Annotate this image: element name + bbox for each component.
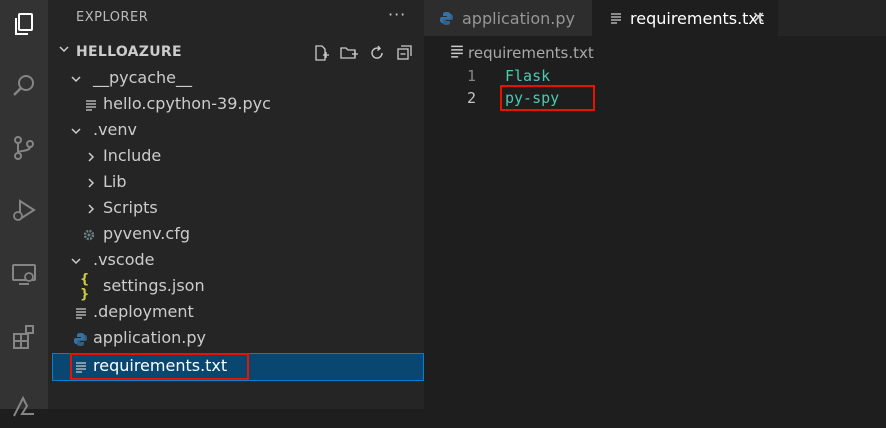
tree-file-pyc[interactable]: hello.cpython-39.pyc bbox=[48, 92, 424, 118]
tab-label: requirements.txt bbox=[630, 9, 765, 28]
editor-tab-bar: application.py requirements.txt ✕ bbox=[424, 0, 886, 36]
azure-icon[interactable] bbox=[0, 380, 48, 428]
tree-label: .deployment bbox=[93, 302, 194, 321]
close-icon[interactable]: ✕ bbox=[752, 8, 765, 27]
activity-bar bbox=[0, 0, 48, 417]
explorer-icon[interactable] bbox=[0, 0, 48, 48]
workspace-title: HELLOAZURE bbox=[76, 44, 182, 60]
highlight-box bbox=[70, 353, 249, 380]
text-file-icon bbox=[451, 45, 463, 58]
tree-folder-lib[interactable]: Lib bbox=[48, 170, 424, 196]
tree-folder-scripts[interactable]: Scripts bbox=[48, 196, 424, 222]
tab-label: application.py bbox=[462, 9, 575, 28]
tree-label: Scripts bbox=[103, 198, 158, 217]
chevron-down-icon bbox=[71, 76, 81, 83]
highlight-box bbox=[500, 85, 595, 111]
tree-label: settings.json bbox=[103, 276, 205, 295]
chevron-right-icon bbox=[88, 204, 95, 214]
text-file-icon bbox=[608, 10, 624, 26]
tree-label: application.py bbox=[93, 328, 206, 347]
python-icon bbox=[438, 10, 454, 26]
explorer-sidebar: EXPLORER ··· HELLOAZURE __pycache__ hell… bbox=[48, 0, 424, 409]
tree-file-settings[interactable]: { } settings.json bbox=[48, 272, 424, 302]
explorer-title: EXPLORER bbox=[76, 10, 149, 25]
tree-folder-vscode[interactable]: .vscode bbox=[48, 248, 424, 274]
chevron-right-icon bbox=[88, 178, 95, 188]
gear-icon bbox=[81, 226, 97, 244]
run-debug-icon[interactable] bbox=[0, 186, 48, 234]
tab-requirements-txt[interactable]: requirements.txt ✕ bbox=[592, 0, 778, 36]
tree-label: Lib bbox=[103, 172, 127, 191]
python-icon bbox=[72, 330, 88, 348]
tree-label: __pycache__ bbox=[93, 68, 193, 87]
remote-explorer-icon[interactable] bbox=[0, 250, 48, 298]
code-text: Flask bbox=[505, 67, 551, 85]
code-line-2[interactable]: 2 py-spy bbox=[424, 88, 886, 110]
tree-label: .venv bbox=[93, 120, 138, 139]
extensions-icon[interactable] bbox=[0, 312, 48, 360]
chevron-down-icon bbox=[59, 46, 69, 53]
tree-label: .vscode bbox=[93, 250, 155, 269]
text-file-icon bbox=[83, 96, 99, 114]
line-number: 2 bbox=[466, 89, 476, 107]
line-number: 1 bbox=[466, 67, 476, 85]
tree-folder-pycache[interactable]: __pycache__ bbox=[48, 66, 424, 92]
refresh-icon[interactable] bbox=[366, 42, 388, 64]
source-control-icon[interactable] bbox=[0, 124, 48, 172]
tree-folder-include[interactable]: Include bbox=[48, 144, 424, 170]
chevron-right-icon bbox=[88, 152, 95, 162]
new-file-icon[interactable] bbox=[310, 42, 332, 64]
tree-file-deployment[interactable]: .deployment bbox=[48, 300, 424, 326]
chevron-down-icon bbox=[71, 258, 81, 265]
tree-file-application[interactable]: application.py bbox=[48, 326, 424, 352]
tree-folder-venv[interactable]: .venv bbox=[48, 118, 424, 144]
tree-label: Include bbox=[103, 146, 162, 165]
section-actions bbox=[310, 42, 416, 64]
json-braces-icon: { } bbox=[80, 272, 90, 302]
new-folder-icon[interactable] bbox=[338, 42, 360, 64]
code-line-1[interactable]: 1 Flask bbox=[424, 66, 886, 88]
tab-application-py[interactable]: application.py bbox=[424, 0, 592, 36]
tree-label: hello.cpython-39.pyc bbox=[103, 94, 271, 113]
breadcrumb-item[interactable]: requirements.txt bbox=[468, 44, 594, 62]
tree-file-pyvenv[interactable]: pyvenv.cfg bbox=[48, 222, 424, 248]
text-file-icon bbox=[73, 304, 89, 322]
breadcrumb: requirements.txt bbox=[424, 36, 886, 66]
tree-label: pyvenv.cfg bbox=[103, 224, 190, 243]
more-actions-icon[interactable]: ··· bbox=[388, 5, 406, 24]
workspace-section-header[interactable]: HELLOAZURE bbox=[48, 40, 424, 64]
collapse-all-icon[interactable] bbox=[394, 42, 416, 64]
chevron-down-icon bbox=[71, 128, 81, 135]
search-icon[interactable] bbox=[0, 62, 48, 110]
